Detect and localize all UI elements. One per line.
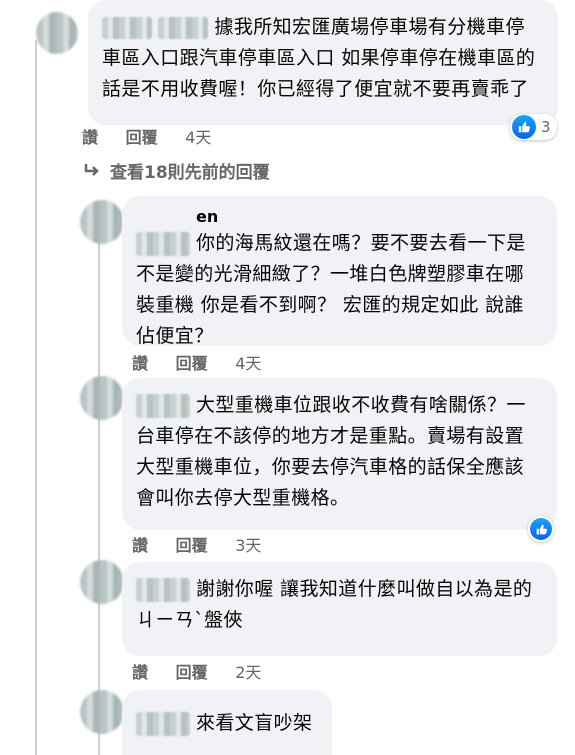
reaction-count: 3 xyxy=(541,118,551,136)
like-icon xyxy=(512,115,536,139)
like-button[interactable]: 讚 xyxy=(132,663,148,682)
thread-line-nested xyxy=(98,235,100,755)
author-name-blur xyxy=(136,577,190,602)
avatar[interactable] xyxy=(80,690,124,734)
timestamp[interactable]: 3天 xyxy=(235,536,261,555)
comment-actions: 讚 回覆 4天 xyxy=(132,350,261,374)
comment-text: 謝謝你喔 讓我知道什麼叫做自以為是的ㄐㄧㄢˋ盤俠 xyxy=(136,578,533,631)
comment-text: 你的海馬紋還在嗎？要不要去看一下是不是變的光滑細緻了？一堆白色牌塑膠車在哪裝重機… xyxy=(136,232,526,347)
author-name[interactable]: en xyxy=(196,208,543,226)
timestamp[interactable]: 4天 xyxy=(185,128,211,147)
like-button[interactable]: 讚 xyxy=(82,128,98,147)
timestamp[interactable]: 4天 xyxy=(235,354,261,373)
author-name[interactable] xyxy=(102,16,152,39)
timestamp[interactable]: 2天 xyxy=(235,663,261,682)
reply-button[interactable]: 回覆 xyxy=(126,128,158,147)
avatar[interactable] xyxy=(36,12,78,54)
author-name-blur xyxy=(136,231,190,256)
view-previous-replies[interactable]: 查看18則先前的回覆 xyxy=(82,158,270,183)
like-button[interactable]: 讚 xyxy=(132,536,148,555)
reaction-badge[interactable] xyxy=(528,516,554,542)
comment-bubble: 謝謝你喔 讓我知道什麼叫做自以為是的ㄐㄧㄢˋ盤俠 xyxy=(122,562,557,656)
reply-button[interactable]: 回覆 xyxy=(176,536,208,555)
author-name-blur xyxy=(136,711,190,736)
like-button[interactable]: 讚 xyxy=(132,354,148,373)
comment-actions: 讚 回覆 2天 xyxy=(132,659,261,683)
view-previous-label: 查看18則先前的回覆 xyxy=(110,163,270,183)
comment-actions: 讚 回覆 3天 xyxy=(132,532,261,556)
avatar[interactable] xyxy=(80,560,124,604)
like-icon xyxy=(530,518,552,540)
thread-line xyxy=(35,40,37,755)
comment-text: 來看文盲吵架 xyxy=(196,712,313,734)
avatar[interactable] xyxy=(80,200,124,244)
author-name-blur xyxy=(158,16,209,39)
reply-button[interactable]: 回覆 xyxy=(176,354,208,373)
avatar[interactable] xyxy=(80,376,124,420)
comment-bubble: en 你的海馬紋還在嗎？要不要去看一下是不是變的光滑細緻了？一堆白色牌塑膠車在哪… xyxy=(122,196,557,347)
reply-arrow-icon xyxy=(84,163,99,176)
comment-actions: 讚 回覆 4天 xyxy=(82,124,211,148)
comment-bubble: 大型重機車位跟收不收費有啥關係？一台車停在不該停的地方才是重點。賣場有設置大型重… xyxy=(122,378,557,530)
reply-button[interactable]: 回覆 xyxy=(176,663,208,682)
comment-bubble: 來看文盲吵架 xyxy=(122,690,332,755)
comment-text: 大型重機車位跟收不收費有啥關係？一台車停在不該停的地方才是重點。賣場有設置大型重… xyxy=(136,394,526,509)
comment-bubble: 據我所知宏匯廣場停車場有分機車停車區入口跟汽車停車區入口 如果停車停在機車區的話… xyxy=(88,0,558,125)
reaction-badge[interactable]: 3 xyxy=(510,114,557,140)
author-name-blur xyxy=(136,393,190,418)
